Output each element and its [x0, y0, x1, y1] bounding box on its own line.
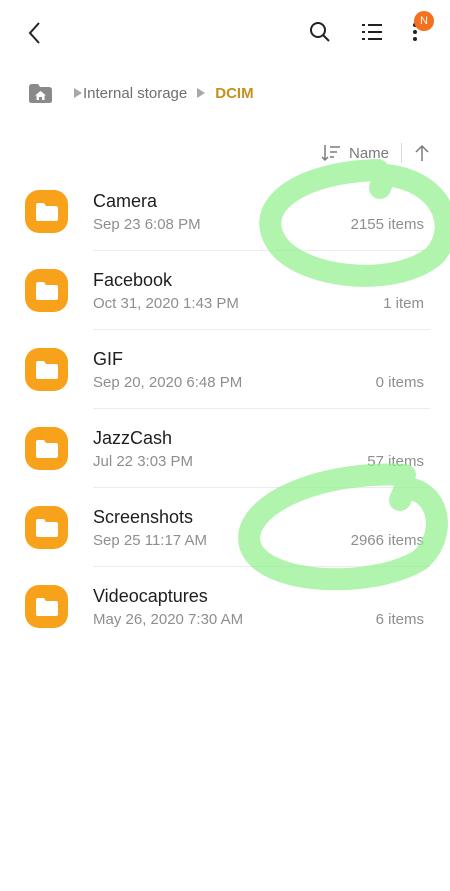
folder-item-count: 0 items	[375, 374, 424, 391]
folder-item-count: 6 items	[375, 611, 424, 628]
back-arrow-icon	[28, 22, 40, 44]
back-button[interactable]	[20, 18, 50, 48]
folder-row-videocaptures[interactable]: Videocaptures May 26, 2020 7:30 AM 6 items	[0, 567, 450, 646]
folder-item-count: 2966 items	[350, 532, 424, 549]
folder-date: Sep 25 11:17 AM	[93, 532, 207, 549]
folder-icon	[25, 427, 68, 470]
folder-name: JazzCash	[93, 428, 173, 448]
search-button[interactable]	[305, 17, 335, 47]
folder-name: Videocaptures	[93, 586, 208, 606]
home-icon	[29, 84, 52, 103]
sort-bar: Name	[321, 140, 430, 166]
sort-order-icon[interactable]	[321, 143, 341, 163]
list-view-icon	[362, 24, 382, 40]
folder-date: Jul 22 3:03 PM	[93, 453, 194, 470]
folder-item-count: 57 items	[367, 453, 424, 470]
folder-item-count: 1 item	[383, 295, 424, 312]
folder-name: Camera	[93, 191, 158, 211]
home-button[interactable]	[27, 82, 54, 104]
folder-icon	[25, 348, 68, 391]
folder-row-screenshots[interactable]: Screenshots Sep 25 11:17 AM 2966 items	[0, 488, 450, 567]
folder-date: Oct 31, 2020 1:43 PM	[93, 295, 239, 312]
folder-icon	[25, 585, 68, 628]
sort-direction-button[interactable]	[414, 143, 430, 163]
folder-name: GIF	[93, 349, 123, 369]
folder-row-facebook[interactable]: Facebook Oct 31, 2020 1:43 PM 1 item	[0, 251, 450, 330]
folder-date: Sep 23 6:08 PM	[93, 216, 201, 233]
top-app-bar: N	[0, 0, 450, 64]
folder-name: Screenshots	[93, 507, 194, 527]
arrow-up-icon	[415, 144, 429, 161]
sort-by-name-button[interactable]: Name	[349, 145, 389, 162]
list-view-button[interactable]	[357, 17, 387, 47]
folder-date: Sep 20, 2020 6:48 PM	[93, 374, 243, 391]
breadcrumb: Internal storage DCIM	[27, 78, 254, 108]
folder-item-count: 2155 items	[350, 216, 424, 233]
notification-badge: N	[414, 11, 434, 31]
folder-row-jazzcash[interactable]: JazzCash Jul 22 3:03 PM 57 items	[0, 409, 450, 488]
folder-name: Facebook	[93, 270, 173, 290]
folder-list: Camera Sep 23 6:08 PM 2155 items Facebook Oc…	[0, 172, 450, 646]
folder-row-camera[interactable]: Camera Sep 23 6:08 PM 2155 items	[0, 172, 450, 251]
sort-divider	[401, 143, 402, 163]
folder-date: May 26, 2020 7:30 AM	[93, 611, 244, 628]
chevron-right-icon	[73, 87, 83, 99]
folder-icon	[25, 506, 68, 549]
folder-row-gif[interactable]: GIF Sep 20, 2020 6:48 PM 0 items	[0, 330, 450, 409]
breadcrumb-dcim[interactable]: DCIM	[215, 85, 253, 102]
breadcrumb-internal-storage[interactable]: Internal storage	[83, 85, 187, 102]
chevron-right-icon	[196, 87, 206, 99]
search-icon	[310, 22, 330, 42]
folder-icon	[25, 190, 68, 233]
folder-icon	[25, 269, 68, 312]
